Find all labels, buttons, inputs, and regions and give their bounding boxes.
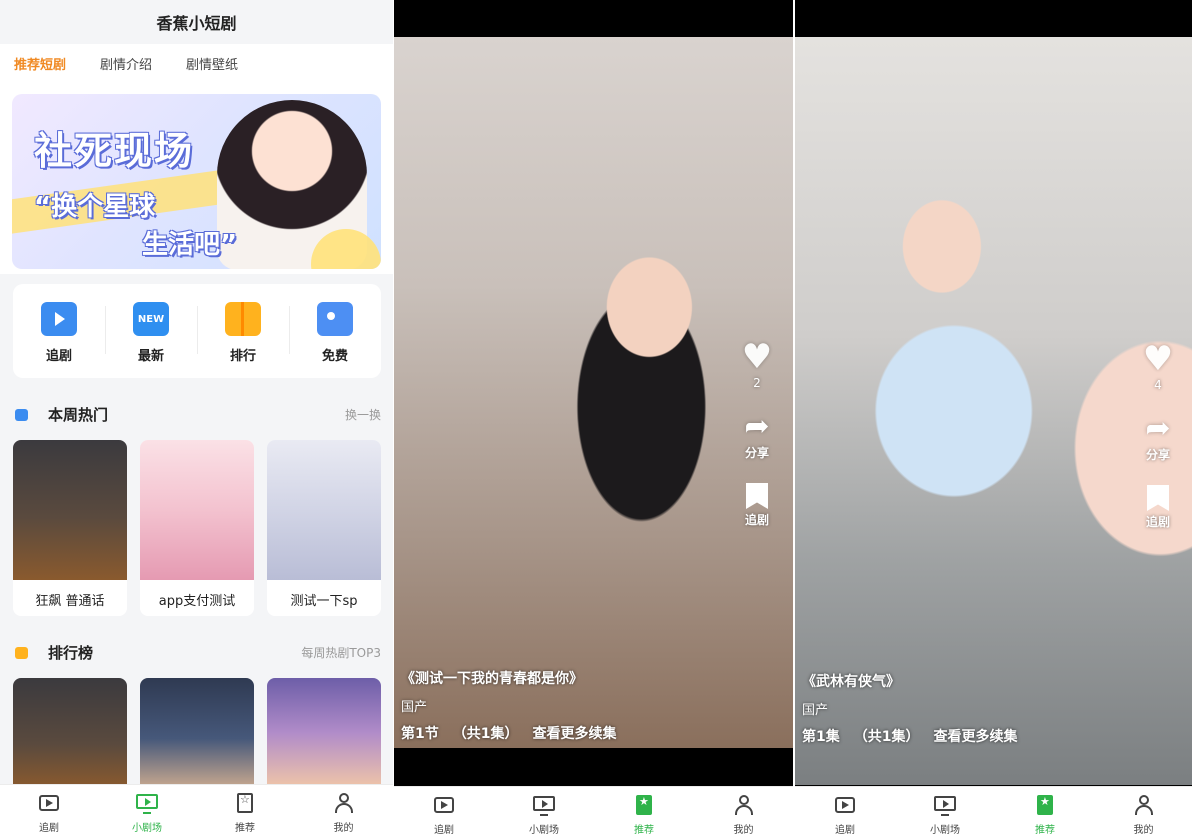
rank-subtitle[interactable]: 每周热剧TOP3 — [301, 644, 381, 661]
video-tag: 国产 — [802, 703, 829, 718]
nav-me[interactable]: 我的 — [294, 785, 393, 840]
episode-line: 第1节 （共1集） 查看更多续集 — [401, 723, 631, 743]
video-screen-2: ♥ 4 ➦ 分享 追剧 《武林有侠气》 国产 第1集 （共1集） 查看更多续集 追剧… — [795, 0, 1192, 840]
episode-total: （共1集） — [452, 726, 519, 742]
video-tag: 国产 — [401, 700, 428, 715]
hot-section-title: 本周热门 — [48, 406, 109, 424]
nav-theater[interactable]: 小剧场 — [98, 785, 196, 840]
tv-icon — [136, 794, 158, 814]
quick-entry-bar: 追剧 最新 排行 免费 — [13, 284, 381, 378]
user-icon — [334, 793, 354, 813]
home-screen: 香蕉小短剧 推荐短剧 剧情介绍 剧情壁纸 社死现场 “换个星球 生活吧” 追剧 … — [0, 0, 393, 840]
rank-section-title: 排行榜 — [48, 644, 94, 662]
drama-card[interactable]: 狂飙 普通话 — [13, 440, 127, 616]
video-title: 《测试一下我的青春都是你》 — [401, 671, 583, 687]
video-info: 《测试一下我的青春都是你》 国产 第1节 （共1集） 查看更多续集 — [401, 668, 631, 743]
home-tabs: 推荐短剧 剧情介绍 剧情壁纸 — [0, 44, 393, 84]
nav-theater[interactable]: 小剧场 — [494, 787, 594, 840]
nav-me[interactable]: 我的 — [1095, 787, 1192, 840]
rank-section-icon — [15, 647, 28, 659]
rank-poster[interactable] — [267, 678, 381, 788]
rank-poster[interactable] — [13, 678, 127, 788]
promo-banner[interactable]: 社死现场 “换个星球 生活吧” — [12, 94, 381, 269]
nav-follow[interactable]: 追剧 — [0, 785, 98, 840]
nav-theater[interactable]: 小剧场 — [895, 787, 995, 840]
quick-free-button[interactable]: 免费 — [289, 284, 381, 378]
video-screen-1: ♥ 2 ➦ 分享 追剧 《测试一下我的青春都是你》 国产 第1节 （共1集） 查看更… — [394, 0, 793, 840]
nav-recommend[interactable]: 推荐 — [995, 787, 1095, 840]
like-count: 2 — [753, 376, 761, 390]
hot-section-header: 本周热门 换一换 — [13, 404, 381, 426]
user-icon — [734, 795, 754, 815]
drama-card[interactable]: 测试一下sp — [267, 440, 381, 616]
bottom-nav: 追剧 小剧场 推荐 我的 — [394, 786, 793, 840]
nav-follow[interactable]: 追剧 — [795, 787, 895, 840]
poster-image — [140, 440, 254, 580]
quick-follow-button[interactable]: 追剧 — [13, 284, 105, 378]
share-label[interactable]: 分享 — [1133, 446, 1183, 463]
free-icon — [317, 302, 353, 336]
episode-number: 第1集 — [802, 729, 840, 745]
video-actions: ♥ 2 ➦ 分享 追剧 — [732, 340, 782, 528]
follow-label[interactable]: 追剧 — [1133, 513, 1183, 530]
poster-image — [267, 440, 381, 580]
share-label[interactable]: 分享 — [732, 444, 782, 461]
refresh-link[interactable]: 换一换 — [345, 406, 381, 423]
bookmark-icon[interactable] — [1147, 485, 1169, 511]
video-actions: ♥ 4 ➦ 分享 追剧 — [1133, 342, 1183, 530]
episode-number: 第1节 — [401, 726, 439, 742]
play-square-icon — [434, 797, 454, 813]
poster-image — [13, 440, 127, 580]
quick-rank-button[interactable]: 排行 — [197, 284, 289, 378]
nav-me[interactable]: 我的 — [694, 787, 793, 840]
banner-headline: 社死现场 — [34, 129, 195, 173]
episode-total: （共1集） — [853, 729, 920, 745]
play-square-icon — [835, 797, 855, 813]
nav-recommend[interactable]: 推荐 — [196, 785, 294, 840]
video-title: 《武林有侠气》 — [802, 674, 900, 690]
hot-section-icon — [15, 409, 28, 421]
bookmark-icon[interactable] — [746, 483, 768, 509]
nav-follow[interactable]: 追剧 — [394, 787, 494, 840]
banner-subline: “换个星球 — [34, 192, 156, 222]
tab-recommend[interactable]: 推荐短剧 — [14, 54, 66, 73]
star-bookmark-icon — [1037, 795, 1053, 815]
share-icon[interactable]: ➦ — [1133, 414, 1183, 444]
tv-icon — [934, 796, 956, 816]
tab-wallpaper[interactable]: 剧情壁纸 — [186, 54, 238, 73]
bottom-nav: 追剧 小剧场 推荐 我的 — [795, 786, 1192, 840]
banner-subline-2: 生活吧” — [142, 230, 238, 260]
share-icon[interactable]: ➦ — [732, 412, 782, 442]
rank-icon — [225, 302, 261, 336]
heart-icon[interactable]: ♥ — [1133, 342, 1183, 376]
follow-label[interactable]: 追剧 — [732, 511, 782, 528]
follow-icon — [41, 302, 77, 336]
heart-icon[interactable]: ♥ — [732, 340, 782, 374]
user-icon — [1134, 795, 1154, 815]
drama-card[interactable]: app支付测试 — [140, 440, 254, 616]
nav-recommend[interactable]: 推荐 — [594, 787, 694, 840]
video-info: 《武林有侠气》 国产 第1集 （共1集） 查看更多续集 — [802, 671, 1032, 746]
play-square-icon — [39, 795, 59, 811]
app-title: 香蕉小短剧 — [156, 14, 237, 33]
new-icon — [133, 302, 169, 336]
quick-new-button[interactable]: 最新 — [105, 284, 197, 378]
tv-icon — [533, 796, 555, 816]
like-count: 4 — [1154, 378, 1162, 392]
rank-section-header: 排行榜 每周热剧TOP3 — [13, 642, 381, 664]
more-episodes-link[interactable]: 查看更多续集 — [934, 729, 1018, 745]
rank-poster[interactable] — [140, 678, 254, 788]
tab-synopsis[interactable]: 剧情介绍 — [100, 54, 152, 73]
more-episodes-link[interactable]: 查看更多续集 — [533, 726, 617, 742]
episode-line: 第1集 （共1集） 查看更多续集 — [802, 726, 1032, 746]
bottom-nav: 追剧 小剧场 推荐 我的 — [0, 784, 393, 840]
star-bookmark-icon — [237, 793, 253, 813]
star-bookmark-icon — [636, 795, 652, 815]
